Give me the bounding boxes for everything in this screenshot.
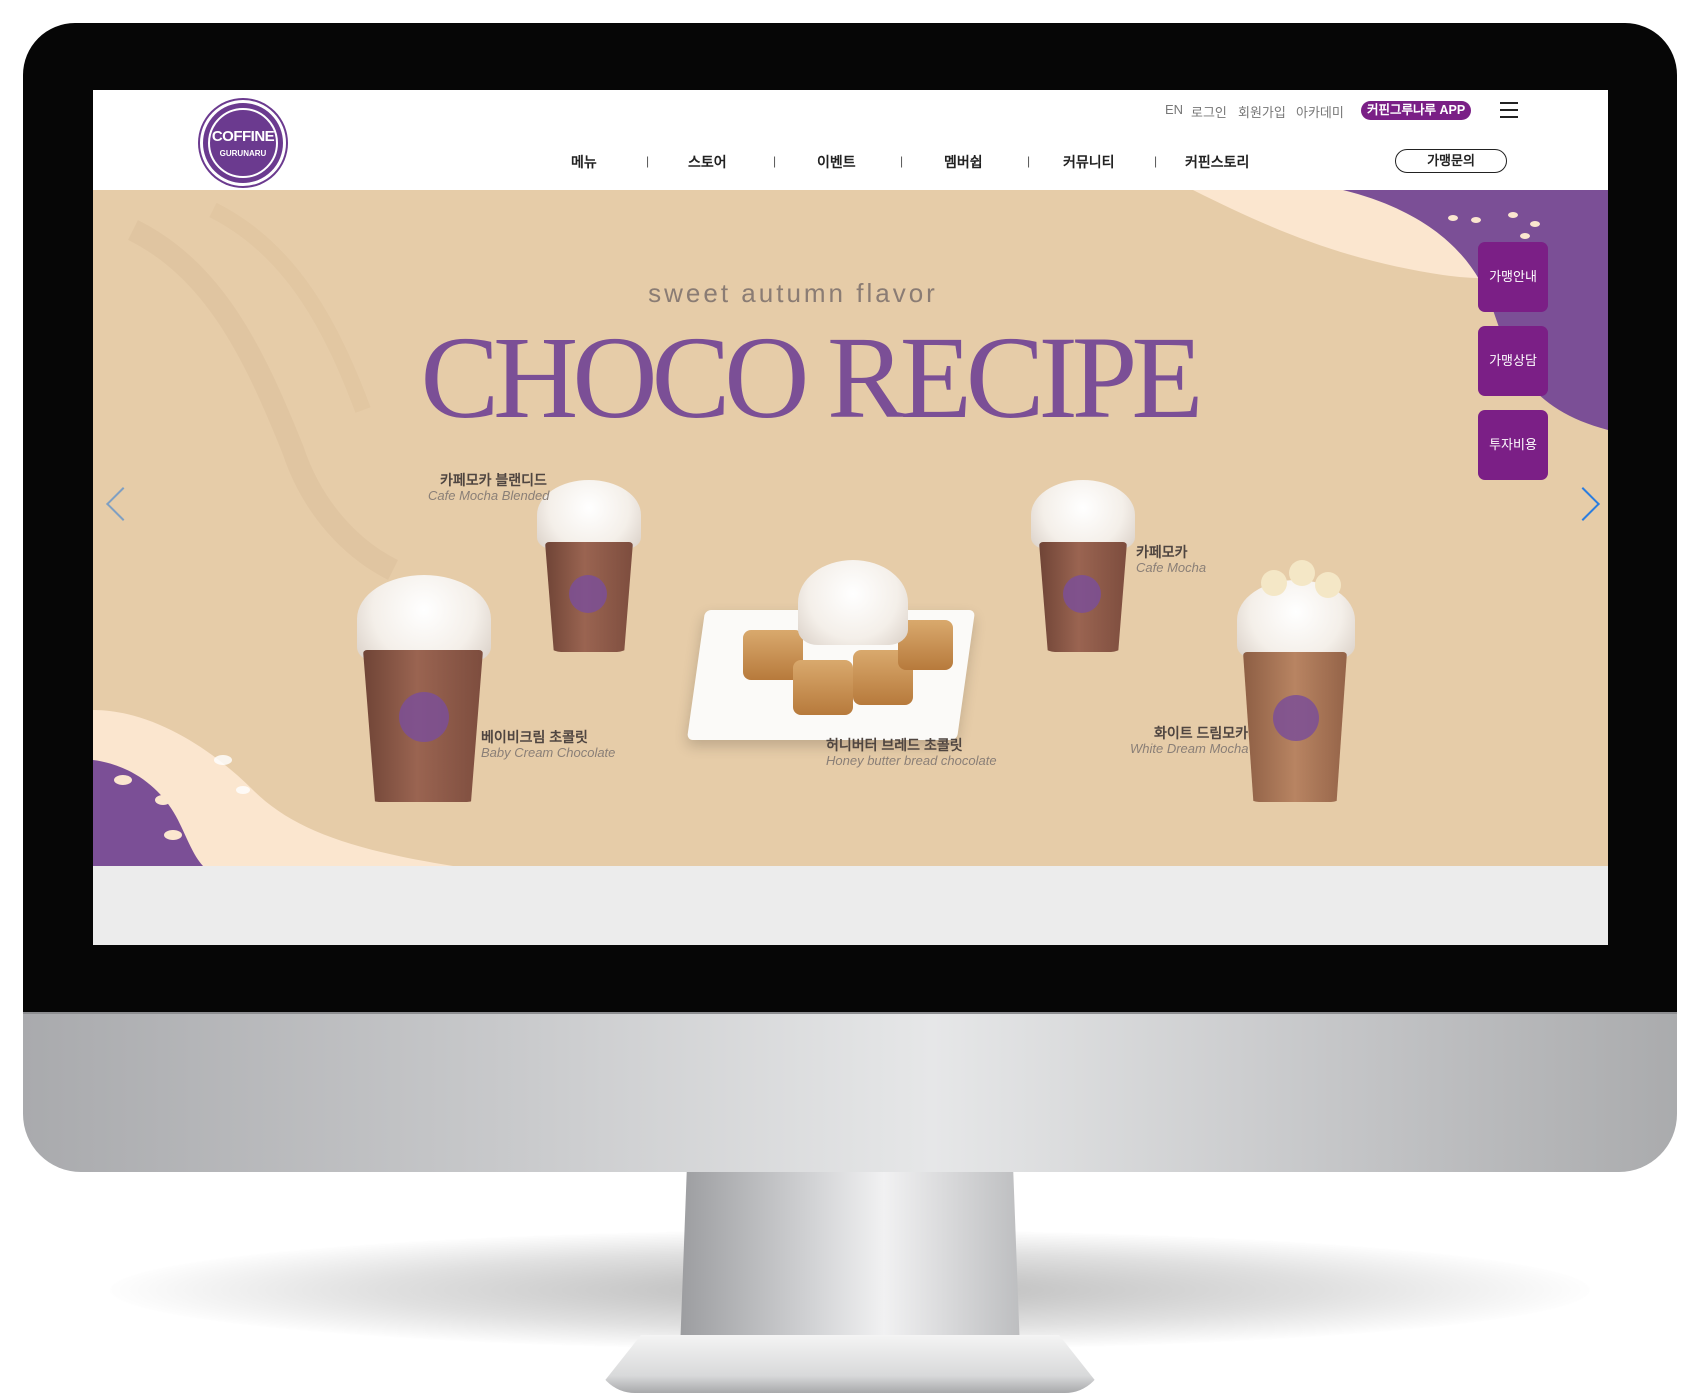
white-chocolate-disc [1289, 560, 1315, 586]
logo-word: COFFINE [211, 128, 275, 145]
academy-link[interactable]: 아카데미 [1296, 102, 1344, 121]
product-name-en: Cafe Mocha Blended [428, 488, 550, 503]
toast [793, 660, 853, 715]
monitor-chin [23, 1012, 1677, 1172]
nav-community[interactable]: 커뮤니티 [1063, 152, 1115, 172]
site-header: COFFINE GURUNARU EN 로그인 회원가입 아카데미 커핀그루나루… [93, 90, 1608, 190]
investment-cost-button[interactable]: 투자비용 [1478, 410, 1548, 480]
product-name-ko: 카페모카 블랜디드 [440, 472, 547, 488]
nav-separator: | [773, 154, 777, 168]
nav-menu[interactable]: 메뉴 [571, 152, 597, 172]
franchise-inquiry-button[interactable]: 가맹문의 [1395, 149, 1507, 173]
product-name-ko: 베이비크림 초콜릿 [481, 729, 588, 745]
coffine-logo[interactable]: COFFINE GURUNARU [200, 100, 286, 186]
hero-banner: sweet autumn flavor CHOCO RECIPE 카페모카 블랜… [93, 190, 1608, 866]
franchise-consult-button[interactable]: 가맹상담 [1478, 326, 1548, 396]
cup-logo [399, 692, 449, 742]
cup-logo [569, 575, 607, 613]
drink-cream [357, 575, 491, 663]
product-name-ko: 허니버터 브레드 초콜릿 [826, 737, 963, 753]
content-area [93, 866, 1608, 945]
nav-membership[interactable]: 멤버쉽 [944, 152, 983, 172]
signup-link[interactable]: 회원가입 [1238, 102, 1286, 121]
product-name-en: Baby Cream Chocolate [481, 745, 616, 760]
hamburger-icon[interactable] [1500, 102, 1518, 118]
product-name-ko: 화이트 드림모카 [1154, 725, 1249, 741]
nav-separator: | [1154, 154, 1158, 168]
app-link[interactable]: 커핀그루나루 APP [1361, 101, 1472, 120]
drink-cream [1031, 480, 1135, 550]
lang-en-link[interactable]: EN [1165, 102, 1183, 117]
login-link[interactable]: 로그인 [1191, 102, 1227, 121]
franchise-guide-button[interactable]: 가맹안내 [1478, 242, 1548, 312]
cup-logo [1273, 695, 1319, 741]
product-name-en: Cafe Mocha [1136, 560, 1207, 575]
product-name-ko: 카페모카 [1136, 544, 1188, 560]
product-name-en: White Dream Mocha [1130, 741, 1249, 756]
nav-event[interactable]: 이벤트 [817, 152, 856, 172]
drink-cream [537, 480, 641, 550]
bezel-edge [23, 1012, 1677, 1014]
cup-logo [1063, 575, 1101, 613]
monitor-stand-neck [680, 1170, 1020, 1350]
logo-sub: GURUNARU [219, 149, 267, 158]
monitor-stand-base [595, 1335, 1105, 1393]
nav-separator: | [1027, 154, 1031, 168]
banner-tagline: sweet autumn flavor [648, 278, 938, 308]
monitor-screen: COFFINE GURUNARU EN 로그인 회원가입 아카데미 커핀그루나루… [93, 90, 1608, 945]
nav-coffine-story[interactable]: 커핀스토리 [1185, 152, 1249, 172]
white-chocolate-disc [1315, 572, 1341, 598]
product-name-en: Honey butter bread chocolate [826, 753, 997, 768]
nav-separator: | [900, 154, 904, 168]
nav-separator: | [646, 154, 650, 168]
nav-store[interactable]: 스토어 [688, 152, 727, 172]
dessert-cream [798, 560, 908, 645]
banner-headline: CHOCO RECIPE [420, 312, 1203, 443]
white-chocolate-disc [1261, 570, 1287, 596]
